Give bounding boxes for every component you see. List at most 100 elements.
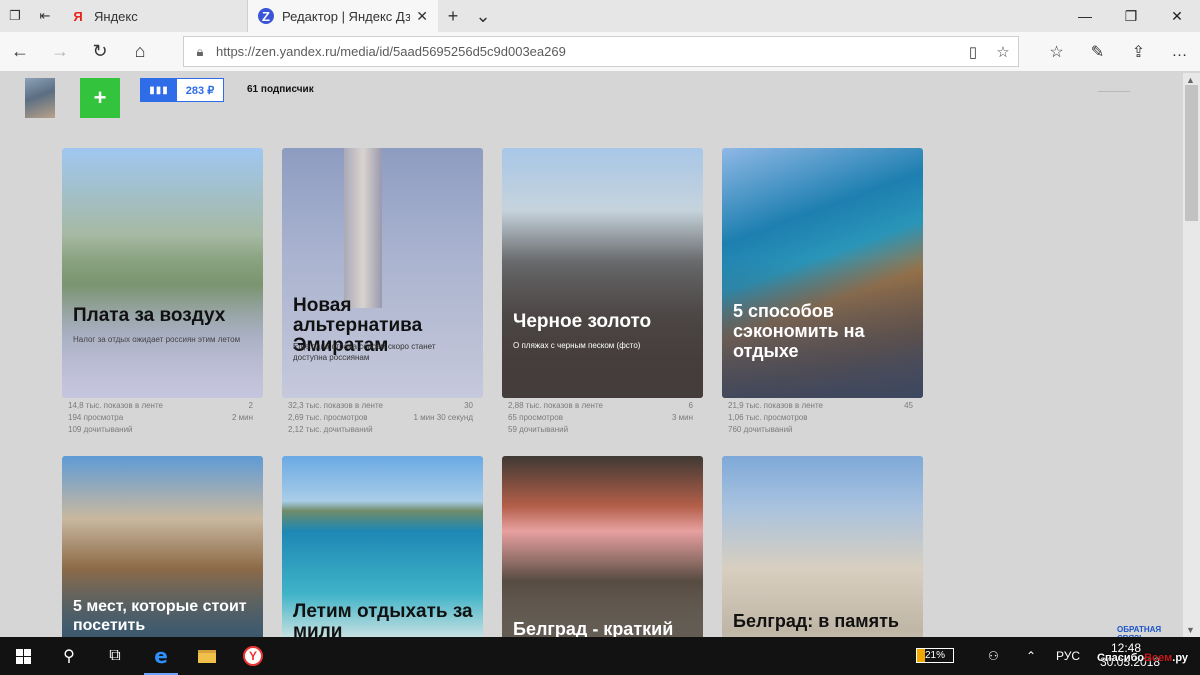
watermark-brand: Всем xyxy=(1144,652,1173,664)
window-controls: — ❐ ✕ xyxy=(1062,0,1200,32)
watermark-suffix: .ру xyxy=(1172,652,1189,664)
read-time: 1 мин 30 секунд xyxy=(413,413,473,422)
watermark-prefix: Спасибо xyxy=(1097,652,1145,664)
card-stats: 14,8 тыс. показов в ленте 194 просмотра … xyxy=(62,401,263,441)
views-count: 21,9 тыс. показов в ленте xyxy=(728,401,823,410)
tower-shape xyxy=(344,148,382,308)
article-card[interactable]: Плата за воздух Налог за отдых ожидает р… xyxy=(62,148,263,398)
forward-icon[interactable]: → xyxy=(40,32,80,72)
refresh-icon[interactable]: ↻ xyxy=(80,32,120,72)
avatar[interactable] xyxy=(25,78,55,118)
home-icon[interactable]: ⌂ xyxy=(120,32,160,72)
favorite-star-icon[interactable]: ☆ xyxy=(988,43,1018,61)
chevron-down-icon[interactable]: ⌄ xyxy=(468,0,498,32)
zen-editor-page: + ▮▮▮ 283 ₽ 61 подписчик Плата за воздух… xyxy=(0,73,1183,637)
reads-count: 65 просмотров xyxy=(508,413,563,422)
tab-strip: ❐ ⇤ Я Яндекс Z Редактор | Яндекс Дзен ✕ … xyxy=(0,0,1200,32)
tab-actions-icon[interactable]: ❐ xyxy=(0,0,30,32)
views-count: 32,3 тыс. показов в ленте xyxy=(288,401,383,410)
windows-start-icon[interactable] xyxy=(0,637,46,675)
address-bar[interactable]: 🔒︎ https://zen.yandex.ru/media/id/5aad56… xyxy=(183,36,1019,67)
feedback-link[interactable]: ОБРАТНАЯ СВЯЗЬ xyxy=(1117,625,1183,637)
new-tab-icon[interactable]: + xyxy=(438,0,468,32)
taskbar: ⚲ ⧉ e Y 21% ⚇ ⌃ РУС 12:48 30.05.2018 xyxy=(0,637,1200,675)
card-description: О пляжах с черным песком (фсто) xyxy=(513,341,641,350)
article-card[interactable]: Летим отдыхать за мили xyxy=(282,456,483,637)
zen-favicon-icon: Z xyxy=(258,8,274,24)
favorites-hub-icon[interactable]: ☆ xyxy=(1036,32,1077,72)
minimize-icon[interactable]: — xyxy=(1062,0,1108,32)
reading-view-icon[interactable]: ▯ xyxy=(958,43,988,61)
people-icon[interactable]: ⚇ xyxy=(988,637,999,675)
card-title: 5 мест, которые стоит посетить xyxy=(73,598,247,634)
add-publication-button[interactable]: + xyxy=(80,78,120,118)
subscribers-count[interactable]: 61 подписчик xyxy=(247,84,314,95)
card-stats: 32,3 тыс. показов в ленте 2,69 тыс. прос… xyxy=(282,401,483,441)
restore-icon[interactable]: ❐ xyxy=(1108,0,1154,32)
card-title: Черное золото xyxy=(513,311,652,332)
divider xyxy=(1098,91,1130,92)
scroll-thumb[interactable] xyxy=(1185,85,1198,221)
battery-percent: 21% xyxy=(924,650,945,661)
article-card[interactable]: Белград - краткий xyxy=(502,456,703,637)
share-icon[interactable]: ⇪ xyxy=(1118,32,1159,72)
reads-count: 2,69 тыс. просмотров xyxy=(288,413,368,422)
card-description: Еще одна страна совсем скоро станет дост… xyxy=(293,342,436,362)
search-icon[interactable]: ⚲ xyxy=(46,637,92,675)
likes-count: 2 xyxy=(248,401,253,410)
article-card[interactable]: Черное золото О пляжах с черным песком (… xyxy=(502,148,703,398)
watermark: СпасибоВсем.ру xyxy=(1097,652,1188,664)
card-image xyxy=(722,456,923,637)
tab-yandex[interactable]: Я Яндекс xyxy=(60,0,248,32)
card-description: Налог за отдых ожидает россиян этим лето… xyxy=(73,335,241,344)
file-explorer-icon[interactable] xyxy=(184,637,230,675)
stats-bars-icon: ▮▮▮ xyxy=(141,79,177,101)
close-window-icon[interactable]: ✕ xyxy=(1154,0,1200,32)
navigation-bar: ← → ↻ ⌂ 🔒︎ https://zen.yandex.ru/media/i… xyxy=(0,32,1200,72)
card-title: Плата за воздух xyxy=(73,305,226,326)
reads-count: 194 просмотра xyxy=(68,413,124,422)
chevron-up-icon[interactable]: ⌃ xyxy=(1026,637,1036,675)
back-icon[interactable]: ← xyxy=(0,32,40,72)
finished-count: 59 дочитываний xyxy=(508,425,569,434)
edge-browser-icon[interactable]: e xyxy=(138,637,184,675)
set-tabs-aside-icon[interactable]: ⇤ xyxy=(30,0,60,32)
tab-title: Яндекс xyxy=(94,8,138,24)
finished-count: 109 дочитываний xyxy=(68,425,133,434)
tab-title: Редактор | Яндекс Дзен xyxy=(282,8,411,24)
language-indicator[interactable]: РУС xyxy=(1056,637,1080,675)
card-title: Белград: в память о прошлом xyxy=(733,611,899,637)
task-view-icon[interactable]: ⧉ xyxy=(92,637,138,675)
card-stats: 2,88 тыс. показов в ленте 65 просмотров … xyxy=(502,401,703,441)
views-count: 14,8 тыс. показов в ленте xyxy=(68,401,163,410)
article-card[interactable]: Белград: в память о прошлом xyxy=(722,456,923,637)
scroll-up-icon[interactable]: ▲ xyxy=(1186,75,1195,85)
finished-count: 760 дочитываний xyxy=(728,425,793,434)
likes-count: 45 xyxy=(904,401,913,410)
web-note-icon[interactable]: ✎ xyxy=(1077,32,1118,72)
views-count: 2,88 тыс. показов в ленте xyxy=(508,401,603,410)
likes-count: 6 xyxy=(688,401,693,410)
page-scrollbar[interactable]: ▲ ▼ xyxy=(1183,73,1200,637)
card-overlay xyxy=(62,258,263,398)
toolbar-right: ☆ ✎ ⇪ … xyxy=(1036,32,1200,72)
read-time: 2 мин xyxy=(231,413,253,422)
article-card[interactable]: 5 мест, которые стоит посетить xyxy=(62,456,263,637)
balance-amount: 283 ₽ xyxy=(185,84,215,97)
article-card[interactable]: Новая альтернатива Эмиратам Еще одна стр… xyxy=(282,148,483,398)
more-icon[interactable]: … xyxy=(1159,32,1200,72)
yandex-browser-icon[interactable]: Y xyxy=(230,637,276,675)
article-card[interactable]: 5 способов сэкономить на отдыхе xyxy=(722,148,923,398)
card-stats: 21,9 тыс. показов в ленте 1,06 тыс. прос… xyxy=(722,401,923,441)
balance-widget[interactable]: ▮▮▮ 283 ₽ xyxy=(140,78,224,102)
reads-count: 1,06 тыс. просмотров xyxy=(728,413,808,422)
card-title: 5 способов сэкономить на отдыхе xyxy=(733,301,865,361)
scroll-down-icon[interactable]: ▼ xyxy=(1186,625,1195,635)
url-text[interactable]: https://zen.yandex.ru/media/id/5aad56952… xyxy=(216,44,958,59)
tab-zen-editor[interactable]: Z Редактор | Яндекс Дзен ✕ xyxy=(248,0,438,32)
close-tab-icon[interactable]: ✕ xyxy=(416,8,428,25)
battery-indicator[interactable]: 21% xyxy=(916,648,954,663)
lock-icon[interactable]: 🔒︎ xyxy=(184,44,216,60)
card-title: Белград - краткий xyxy=(513,619,674,637)
card-title: Летим отдыхать за мили xyxy=(293,601,473,638)
